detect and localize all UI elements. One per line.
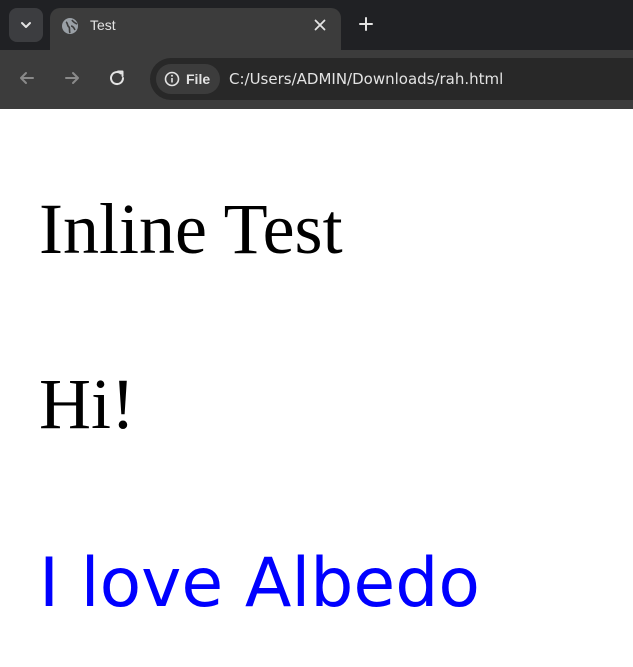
url-text[interactable]: C:/Users/ADMIN/Downloads/rah.html <box>229 69 503 89</box>
site-chip-label: File <box>186 71 211 87</box>
back-arrow-icon <box>20 72 34 84</box>
site-info-chip[interactable]: File <box>156 64 221 94</box>
reload-button[interactable] <box>105 66 129 90</box>
forward-arrow-icon <box>65 72 79 84</box>
plus-icon <box>359 17 373 31</box>
tab-search-button[interactable] <box>9 8 43 42</box>
address-bar[interactable]: File C:/Users/ADMIN/Downloads/rah.html <box>150 58 633 100</box>
tab-title: Test <box>90 17 116 33</box>
info-icon <box>164 71 180 87</box>
forward-button[interactable] <box>60 66 84 90</box>
tab-close-button[interactable] <box>310 15 330 35</box>
tab-strip: Test <box>0 0 633 50</box>
globe-icon <box>62 18 78 34</box>
tab-active[interactable]: Test <box>50 8 341 50</box>
chevron-down-icon <box>21 22 31 28</box>
toolbar: File C:/Users/ADMIN/Downloads/rah.html <box>0 50 633 109</box>
browser-window: Test File C:/Users/ADMIN/Downloads/rah.h… <box>0 0 633 667</box>
new-tab-button[interactable] <box>355 13 377 35</box>
back-button[interactable] <box>15 66 39 90</box>
page-content: Inline Test Hi! I love Albedo <box>0 109 633 667</box>
blue-text-line: I love Albedo <box>39 544 481 623</box>
reload-icon <box>110 70 125 86</box>
heading-inline-test: Inline Test <box>39 189 343 269</box>
close-icon <box>314 19 326 31</box>
heading-hi: Hi! <box>39 364 135 444</box>
